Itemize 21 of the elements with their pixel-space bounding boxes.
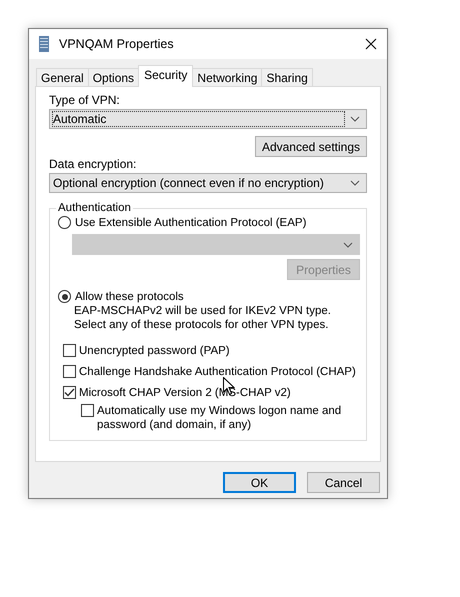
ok-button[interactable]: OK xyxy=(223,472,296,493)
radio-label[interactable]: Allow these protocols xyxy=(75,290,184,302)
advanced-settings-button[interactable]: Advanced settings xyxy=(254,136,367,157)
info-text: EAP-MSCHAPv2 will be used for IKEv2 VPN type. Select any of these protocols for other VPN types. xyxy=(74,304,332,332)
checkbox-label[interactable]: Microsoft CHAP Version 2 (MS-CHAP v2) xyxy=(79,386,291,400)
dropdown[interactable]: Automatic xyxy=(49,109,367,129)
window-title: VPNQAM Properties xyxy=(59,37,175,51)
dropdown[interactable]: Optional encryption (connect even if no encryption) xyxy=(49,173,367,193)
checkbox-label[interactable]: Challenge Handshake Authentication Protocol (CHAP) xyxy=(79,365,356,379)
group-title: Authentication xyxy=(57,202,132,214)
cancel-button[interactable]: Cancel xyxy=(307,472,380,493)
field-label: Data encryption: xyxy=(49,157,138,171)
checkbox-label[interactable]: Automatically use my Windows logon name and password (and domain, if any) xyxy=(97,404,347,432)
tab[interactable]: Security xyxy=(138,65,194,87)
tab[interactable]: Sharing xyxy=(261,68,313,87)
checkbox-label[interactable]: Unencrypted password (PAP) xyxy=(79,344,230,358)
tab[interactable]: Networking xyxy=(192,68,262,87)
tab[interactable]: General xyxy=(36,68,89,87)
field-label: Type of VPN: xyxy=(49,93,121,107)
radio-label[interactable]: Use Extensible Authentication Protocol (EAP) xyxy=(75,216,306,228)
tab[interactable]: Options xyxy=(88,68,140,87)
